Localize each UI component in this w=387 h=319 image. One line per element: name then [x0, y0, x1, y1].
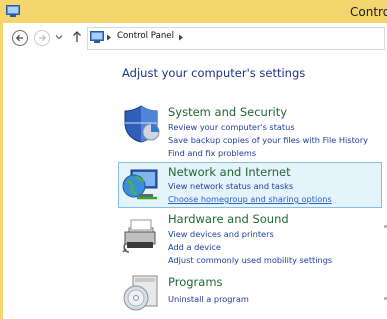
globe-network-icon[interactable] [121, 166, 161, 206]
up-arrow-button[interactable] [70, 30, 84, 44]
back-button[interactable] [11, 29, 29, 47]
link-network-status[interactable]: View network status and tasks [168, 181, 293, 191]
breadcrumb-control-panel[interactable]: Control Panel [117, 31, 174, 41]
link-add-device[interactable]: Add a device [168, 242, 221, 252]
window-frame-left [0, 23, 3, 319]
breadcrumb-chevron-icon[interactable] [106, 34, 112, 41]
control-panel-app-icon[interactable] [6, 5, 20, 17]
page-heading: Adjust your computer's settings [122, 66, 306, 80]
recent-locations-chevron-icon[interactable] [55, 33, 63, 41]
window-title: Control [350, 5, 387, 19]
shield-icon[interactable] [121, 104, 161, 144]
link-mobility-settings[interactable]: Adjust commonly used mobility settings [168, 255, 332, 265]
control-panel-icon [90, 31, 104, 43]
link-uninstall-program[interactable]: Uninstall a program [168, 294, 249, 304]
link-file-history[interactable]: Save backup copies of your files with Fi… [168, 135, 368, 145]
category-title-hardware-sound[interactable]: Hardware and Sound [168, 212, 289, 226]
category-title-network-internet[interactable]: Network and Internet [168, 165, 291, 179]
disc-programs-icon[interactable] [121, 272, 161, 312]
forward-button[interactable] [33, 29, 51, 47]
category-title-programs[interactable]: Programs [168, 275, 223, 289]
breadcrumb-chevron-icon[interactable] [178, 34, 184, 41]
category-title-system-security[interactable]: System and Security [168, 105, 287, 119]
link-homegroup-sharing[interactable]: Choose homegroup and sharing options [168, 194, 332, 204]
title-bar: Control [0, 0, 387, 23]
link-devices-printers[interactable]: View devices and printers [168, 229, 274, 239]
link-review-status[interactable]: Review your computer's status [168, 122, 295, 132]
printer-icon[interactable] [121, 214, 161, 254]
link-find-fix-problems[interactable]: Find and fix problems [168, 148, 256, 158]
